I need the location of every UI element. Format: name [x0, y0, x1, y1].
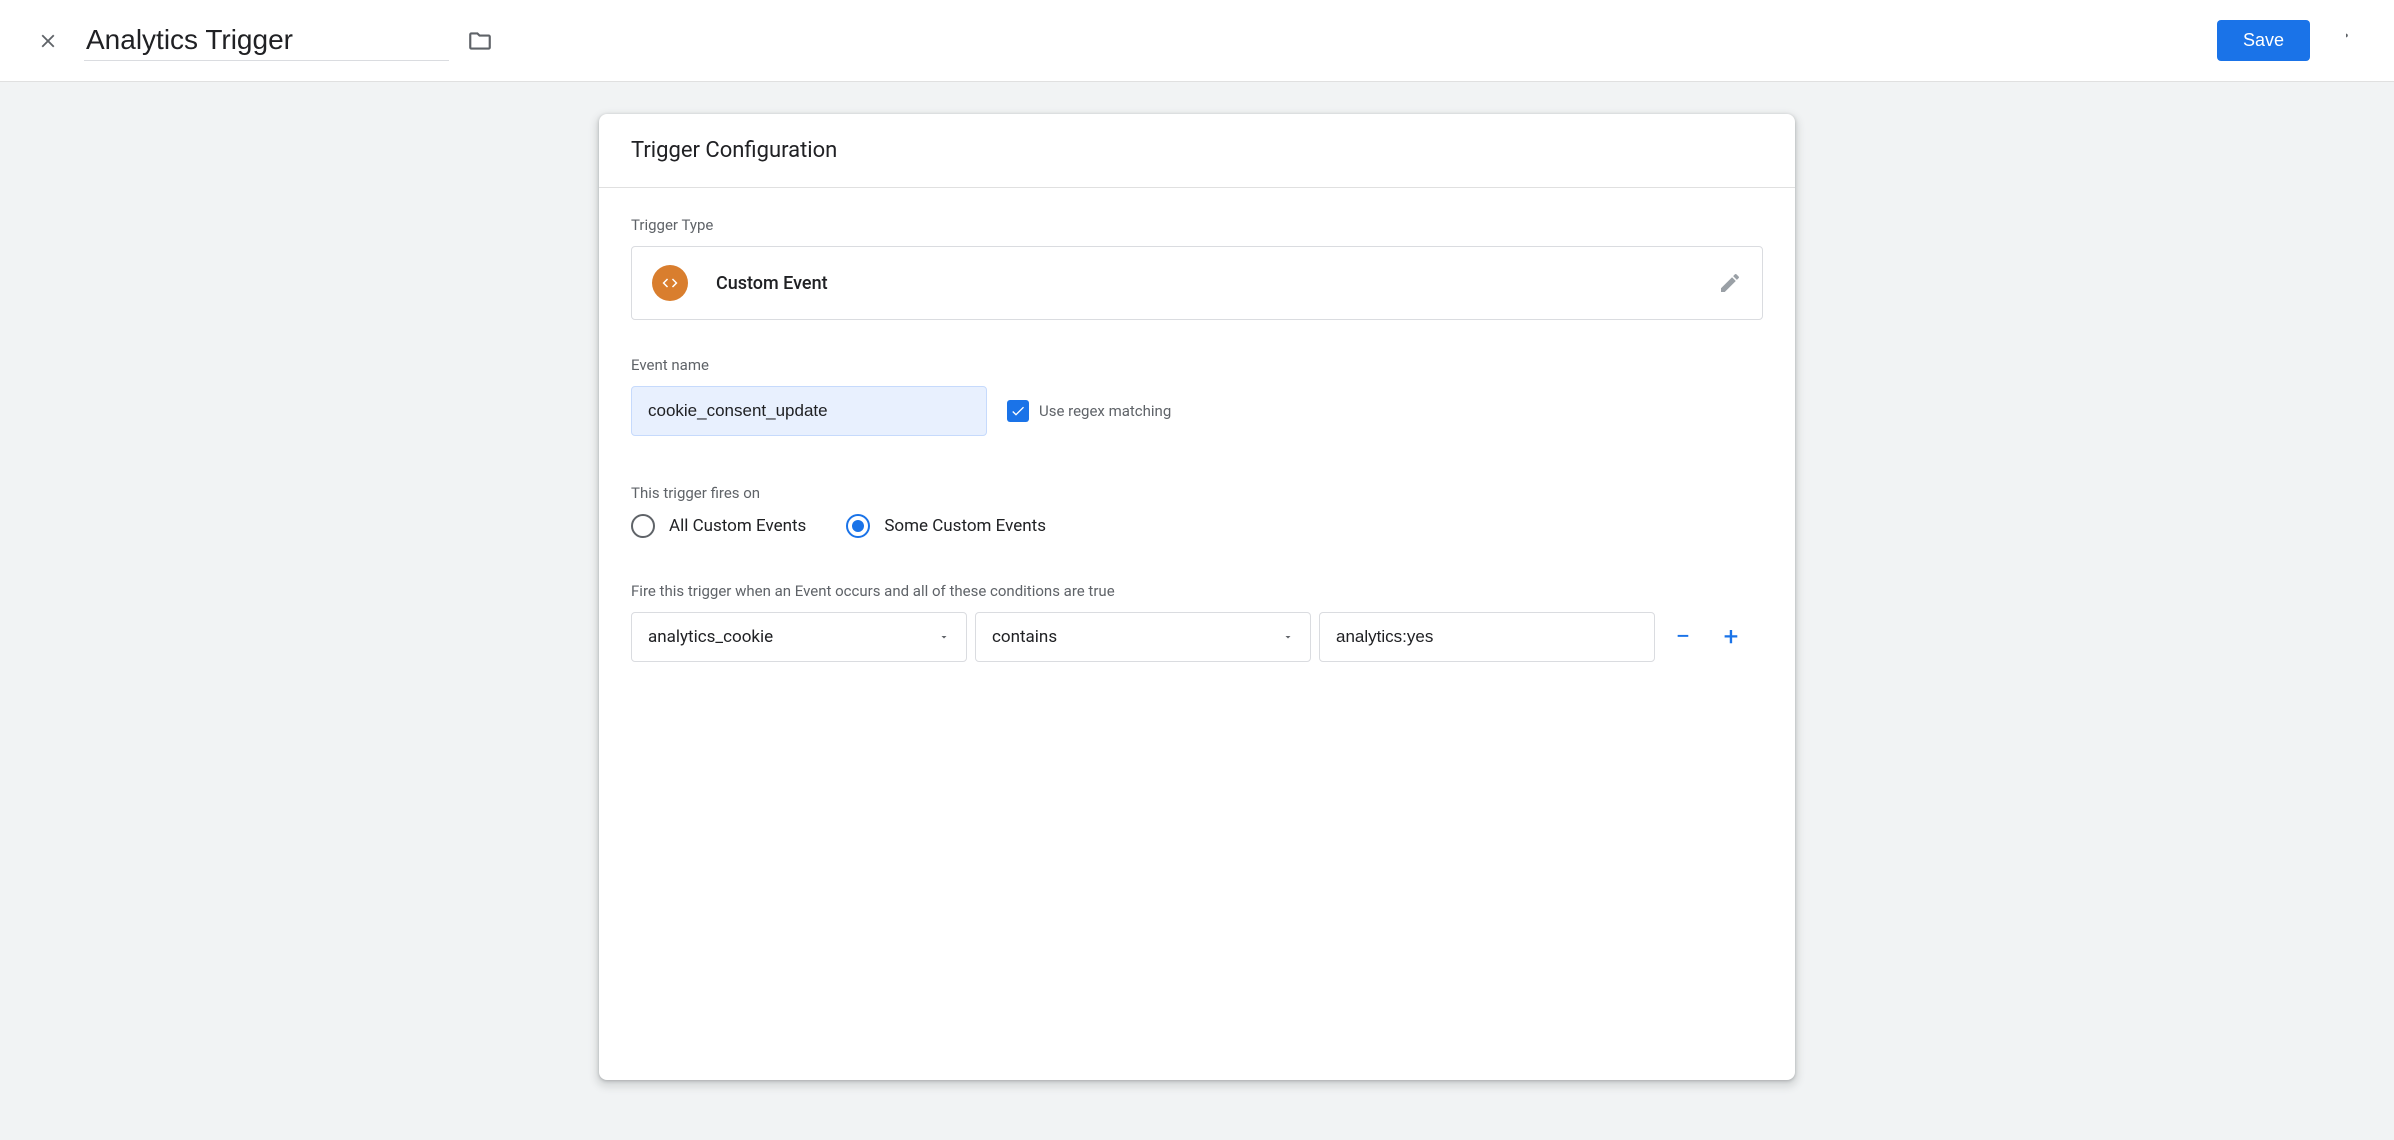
condition-variable-select[interactable]: analytics_cookie	[631, 612, 967, 662]
radio-all-label: All Custom Events	[669, 516, 806, 536]
condition-operator-select[interactable]: contains	[975, 612, 1311, 662]
radio-circle-selected-icon	[846, 514, 870, 538]
close-icon	[37, 30, 59, 52]
check-icon	[1010, 403, 1026, 419]
trigger-type-label: Trigger Type	[631, 216, 1763, 234]
pencil-icon	[1718, 271, 1742, 295]
radio-circle-icon	[631, 514, 655, 538]
regex-checkbox-wrap: Use regex matching	[1007, 400, 1171, 422]
radio-dot-icon	[852, 520, 864, 532]
chevron-down-icon	[938, 631, 950, 643]
code-icon	[661, 274, 679, 292]
more-options-button[interactable]	[2322, 17, 2370, 65]
radio-all-events[interactable]: All Custom Events	[631, 514, 806, 538]
folder-button[interactable]	[467, 28, 493, 54]
trigger-name-input[interactable]	[84, 20, 449, 61]
event-name-input[interactable]	[631, 386, 987, 436]
custom-event-icon	[652, 265, 688, 301]
chevron-down-icon	[1282, 631, 1294, 643]
condition-value-input[interactable]	[1319, 612, 1655, 662]
dialog-header: Save	[0, 0, 2394, 82]
remove-condition-button[interactable]: −	[1663, 617, 1703, 657]
regex-checkbox-label: Use regex matching	[1039, 402, 1171, 420]
trigger-type-name: Custom Event	[716, 273, 1718, 294]
event-name-row: Use regex matching	[631, 386, 1763, 436]
fires-on-label: This trigger fires on	[631, 484, 1763, 502]
close-button[interactable]	[24, 17, 72, 65]
card-body: Trigger Type Custom Event Event name Use…	[599, 188, 1795, 702]
card-title: Trigger Configuration	[631, 138, 1763, 163]
event-name-label: Event name	[631, 356, 1763, 374]
edit-trigger-type-button[interactable]	[1718, 271, 1742, 295]
card-header: Trigger Configuration	[599, 114, 1795, 188]
content-area: Trigger Configuration Trigger Type Custo…	[0, 82, 2394, 1140]
regex-checkbox[interactable]	[1007, 400, 1029, 422]
conditions-label: Fire this trigger when an Event occurs a…	[631, 582, 1763, 600]
trigger-config-card: Trigger Configuration Trigger Type Custo…	[599, 114, 1795, 1080]
more-vert-icon	[2335, 30, 2357, 52]
add-condition-button[interactable]: +	[1711, 617, 1751, 657]
condition-row: analytics_cookie contains − +	[631, 612, 1763, 662]
condition-variable-value: analytics_cookie	[648, 627, 773, 647]
folder-icon	[467, 28, 493, 54]
save-button[interactable]: Save	[2217, 20, 2310, 61]
trigger-type-selector[interactable]: Custom Event	[631, 246, 1763, 320]
fires-on-radio-group: All Custom Events Some Custom Events	[631, 514, 1763, 538]
radio-some-events[interactable]: Some Custom Events	[846, 514, 1046, 538]
condition-operator-value: contains	[992, 627, 1057, 647]
radio-some-label: Some Custom Events	[884, 516, 1046, 536]
